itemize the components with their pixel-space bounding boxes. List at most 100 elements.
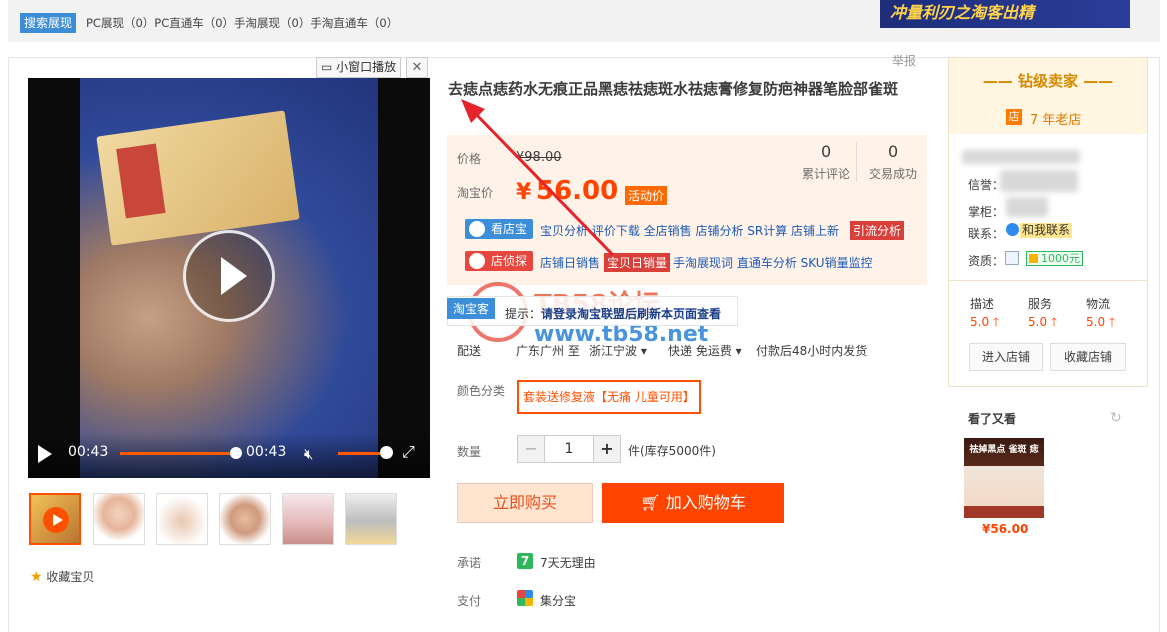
volume-knob[interactable] [380,446,393,459]
score-label-service: 服务 [1028,297,1053,311]
promo-banner[interactable]: 冲量利刃之淘客出精 [880,0,1130,28]
ship-method: 快递 免运费 [668,344,732,358]
payment-label: 支付 [457,594,482,608]
chevron-down-icon: ▾ [640,344,647,358]
duration-time: 00:43 [246,444,287,460]
product-video[interactable]: 00:43 00:43 🔇︎ ⤢ [28,78,430,478]
wangwang-icon [1006,223,1019,236]
favorite-shop-button[interactable]: 收藏店铺 [1050,343,1126,371]
diantan-links[interactable]: 手淘展现词 直通车分析 SKU销量监控 [673,254,873,271]
seen-also-price[interactable]: ¥56.00 [982,522,1028,536]
score-service-number: 5.0 [1028,315,1048,329]
score-value-desc: 5.0 🡑 [970,313,999,334]
play-icon[interactable] [38,445,52,463]
cart-icon: 🛒︎ [640,493,666,512]
chevron-down-icon: ▾ [735,344,742,358]
sku-option-selected[interactable]: 套装送修复液【无痛 儿童可用】 [517,380,701,414]
traffic-analysis-tag[interactable]: 引流分析 [850,221,905,240]
mini-window-button[interactable]: ▭ 小窗口播放 [316,57,402,78]
thumbnail-3[interactable] [156,493,208,545]
collect-item-button[interactable]: ★ 收藏宝贝 [30,568,94,585]
thumbnail-6[interactable] [345,493,397,545]
jifenbao-icon [517,590,533,606]
sku-label: 颜色分类 [457,384,506,398]
deposit-amount: 1000元 [1041,252,1080,265]
payment-text: 集分宝 [540,594,577,608]
contact-me-button[interactable]: 和我联系 [1020,223,1073,238]
search-exposure-tag[interactable]: 搜索展现 [20,13,77,33]
up-arrow-icon: 🡑 [1108,315,1116,329]
close-icon[interactable]: ✕ [406,57,428,78]
quantity-increase-button[interactable]: + [593,435,621,463]
collect-label: 收藏宝贝 [46,570,95,584]
shop-age: 7 年老店 [1030,113,1082,128]
annotation-arrow [461,99,615,257]
up-arrow-icon: 🡑 [1050,315,1058,329]
report-link[interactable]: 举报 [892,52,916,69]
mute-icon[interactable]: 🔇︎ [304,445,313,463]
play-overlay-icon[interactable] [183,230,275,322]
tip-message: 请登录淘宝联盟后刷新本页面查看 [541,307,722,321]
ship-to: 浙江宁波 [589,344,638,358]
credit-label: 信誉： [968,178,1005,192]
current-time: 00:43 [68,444,109,460]
activity-price-tag: 活动价 [625,186,668,205]
reviews-label[interactable]: 累计评论 [802,165,850,182]
up-arrow-icon: 🡑 [992,315,1000,329]
score-label-desc: 描述 [970,297,995,311]
ship-to-select[interactable]: 浙江宁波 ▾ [589,342,647,359]
seller-level-text: 钻级卖家 [1017,72,1078,90]
enter-shop-button[interactable]: 进入店铺 [969,343,1043,371]
quantity-decrease-button[interactable]: − [517,435,545,463]
keeper-blurred [1006,197,1048,217]
seven-days-icon: 7 [517,553,533,569]
promise-label: 承诺 [457,556,482,570]
fullscreen-icon[interactable]: ⤢ [402,442,415,462]
add-to-cart-button[interactable]: 🛒︎ 加入购物车 [602,483,784,523]
ship-method-select[interactable]: 快递 免运费 ▾ [668,342,742,359]
ship-time: 付款后48小时内发货 [756,344,868,358]
sales-label: 交易成功 [869,167,918,181]
seen-also-image-caption: 祛掉黑点 雀斑 痣 [969,445,1039,455]
score-label-logistics: 物流 [1086,297,1111,311]
tip-text: 提示：请登录淘宝联盟后刷新本页面查看 [505,305,721,322]
mini-window-label: 小窗口播放 [336,60,397,74]
thumbnail-5[interactable] [282,493,334,545]
score-value-logistics: 5.0 🡑 [1086,313,1115,334]
shipping-label: 配送 [457,344,482,358]
sales-count: 0 [888,142,899,161]
score-desc-number: 5.0 [970,315,990,329]
seller-divider [949,280,1147,281]
refresh-icon[interactable]: ↻ [1110,410,1122,426]
contact-label: 联系： [968,227,1005,241]
seller-level: —— 钻级卖家 —— [982,72,1114,90]
thumbnail-2[interactable] [93,493,145,545]
progress-bar[interactable] [120,452,236,455]
thumb-play-triangle [53,514,63,526]
progress-knob[interactable] [230,447,242,459]
stock-info: 件(库存5000件) [628,444,716,458]
tip-prefix: 提示： [505,307,542,321]
add-to-cart-label: 加入购物车 [665,493,746,512]
annotation-arrow-line [467,105,615,257]
reviews-count: 0 [821,142,832,161]
quantity-input[interactable]: 1 [544,435,594,463]
exposure-stats: PC展现（0）PC直通车（0）手淘展现（0）手淘直通车（0） [86,16,399,30]
volume-bar[interactable] [338,452,384,455]
ship-from: 广东广州 至 [516,344,580,358]
mini-window-icon: ▭ [321,60,337,74]
shop-name-blurred[interactable] [962,150,1080,164]
quantity-label: 数量 [457,445,482,459]
license-icon[interactable] [1005,251,1019,265]
seen-also-product-image[interactable]: 祛掉黑点 雀斑 痣 [964,438,1044,518]
video-letterbox-left [28,78,80,478]
buy-now-button[interactable]: 立即购买 [457,483,593,523]
deposit-icon [1029,254,1038,263]
shop-icon: 店 [1006,109,1022,125]
thumbnail-video[interactable] [29,493,81,545]
deposit-badge[interactable]: 1000元 [1026,251,1083,266]
promise-text[interactable]: 7天无理由 [540,554,596,571]
taoke-tag: 淘宝客 [447,298,496,319]
thumbnail-4[interactable] [219,493,271,545]
score-logistics-number: 5.0 [1086,315,1106,329]
